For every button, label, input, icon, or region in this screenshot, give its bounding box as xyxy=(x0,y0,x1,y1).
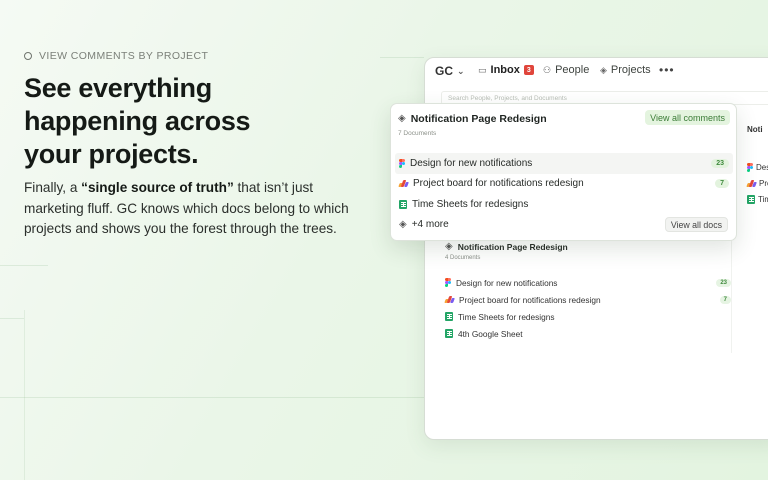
document-label: Tim xyxy=(758,194,768,204)
popup-title: ◈ Notification Page Redesign xyxy=(398,113,547,125)
nav-people[interactable]: ⚇ People xyxy=(543,64,589,76)
sheets-icon xyxy=(445,329,453,338)
headline: See everything happening across your pro… xyxy=(24,72,354,171)
document-item[interactable]: Des xyxy=(741,159,768,175)
project-card[interactable]: ◈ Notification Page Redesign 4 Documents… xyxy=(435,236,731,348)
chevron-down-icon: ⌄ xyxy=(457,65,465,76)
document-item[interactable]: Project board for notifications redesign… xyxy=(395,174,733,195)
app-toolbar: GC ⌄ ▭ Inbox 3 ⚇ People ◈ Projects ••• xyxy=(425,58,768,86)
document-label: Design for new notifications xyxy=(456,277,558,288)
board-icon xyxy=(398,180,409,188)
document-label: 4th Google Sheet xyxy=(458,328,523,339)
document-label: Design for new notifications xyxy=(410,157,533,169)
headline-line: your projects. xyxy=(24,139,199,169)
comment-count-badge: 7 xyxy=(719,295,731,304)
decorative-line xyxy=(0,265,48,266)
document-list: Design for new notifications 23 Project … xyxy=(444,274,731,342)
document-label: Time Sheets for redesigns xyxy=(458,311,555,322)
eyebrow: VIEW COMMENTS BY PROJECT xyxy=(24,50,208,62)
document-item[interactable]: Proj xyxy=(741,175,768,191)
document-list: Design for new notifications 23 Project … xyxy=(395,153,733,215)
nav-inbox[interactable]: ▭ Inbox 3 xyxy=(478,64,534,76)
project-title-text: Noti xyxy=(747,125,763,134)
layers-icon: ◈ xyxy=(398,113,406,124)
headline-line: happening across xyxy=(24,106,251,136)
layers-icon: ◈ xyxy=(399,218,407,230)
document-label: Proj xyxy=(759,178,768,188)
inbox-icon: ▭ xyxy=(478,64,487,75)
people-icon: ⚇ xyxy=(543,64,552,75)
document-label: Project board for notifications redesign xyxy=(413,178,584,190)
nav-projects[interactable]: ◈ Projects xyxy=(600,64,651,76)
view-all-docs-button[interactable]: View all docs xyxy=(664,217,728,232)
layers-icon: ◈ xyxy=(445,241,453,252)
nav-people-label: People xyxy=(555,64,590,76)
figma-icon xyxy=(747,162,753,172)
document-item[interactable]: 4th Google Sheet xyxy=(445,325,731,342)
comment-count-badge: 23 xyxy=(716,278,731,287)
body-text-start: Finally, a xyxy=(24,180,82,195)
circle-icon xyxy=(24,52,32,60)
decorative-line xyxy=(24,310,25,480)
show-more-link[interactable]: ◈ +4 more xyxy=(399,219,449,230)
document-item[interactable]: Design for new notifications 23 xyxy=(395,153,733,174)
layers-icon: ◈ xyxy=(600,64,607,75)
show-more-label: +4 more xyxy=(411,219,449,230)
document-item[interactable]: Design for new notifications 23 xyxy=(445,274,731,291)
document-count: 7 Documents xyxy=(398,130,437,137)
eyebrow-text: VIEW COMMENTS BY PROJECT xyxy=(39,50,209,62)
board-icon xyxy=(746,179,757,187)
comment-count-badge: 7 xyxy=(715,179,729,189)
nav-inbox-label: Inbox xyxy=(490,64,520,76)
more-menu-icon[interactable]: ••• xyxy=(659,63,675,77)
board-icon xyxy=(444,296,455,303)
sheets-icon xyxy=(747,194,755,204)
document-label: Des xyxy=(756,162,768,172)
logo: GC xyxy=(435,64,453,78)
project-card-partial[interactable]: Noti Des Proj Tim xyxy=(741,125,768,207)
project-title-text: Notification Page Redesign xyxy=(457,242,568,252)
decorative-line xyxy=(380,57,424,58)
body-text: Finally, a “single source of truth” that… xyxy=(24,178,364,240)
document-item[interactable]: Time Sheets for redesigns xyxy=(395,194,733,215)
document-count: 4 Documents xyxy=(445,255,481,261)
project-title: ◈ Notification Page Redesign xyxy=(445,241,731,253)
nav-projects-label: Projects xyxy=(610,64,651,76)
figma-icon xyxy=(445,278,451,287)
document-label: Project board for notifications redesign xyxy=(459,294,601,305)
sheets-icon xyxy=(445,312,453,321)
decorative-line xyxy=(0,318,24,319)
inbox-count-badge: 3 xyxy=(523,65,534,75)
document-label: Time Sheets for redesigns xyxy=(412,198,529,210)
body-text-bold: “single source of truth” xyxy=(81,180,234,195)
document-item[interactable]: Project board for notifications redesign… xyxy=(444,291,731,308)
figma-icon xyxy=(399,158,405,168)
project-popup-card[interactable]: ◈ Notification Page Redesign 7 Documents… xyxy=(390,103,737,241)
headline-line: See everything xyxy=(24,73,212,103)
document-item[interactable]: Time Sheets for redesigns xyxy=(445,308,731,325)
comment-count-badge: 23 xyxy=(711,158,729,168)
document-item[interactable]: Tim xyxy=(741,191,768,207)
sheets-icon xyxy=(399,199,407,209)
popup-title-text: Notification Page Redesign xyxy=(410,113,547,125)
workspace-switcher[interactable]: GC ⌄ xyxy=(435,64,465,78)
view-all-comments-button[interactable]: View all comments xyxy=(645,110,730,125)
